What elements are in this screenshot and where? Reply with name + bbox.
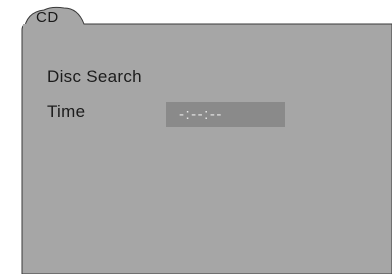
disc-search-option[interactable]: Disc Search [47,67,142,87]
cd-tab-label[interactable]: CD [36,10,59,26]
cd-menu-screen: CD Disc Search Time -:--:-- [0,0,392,274]
time-input-field[interactable]: -:--:-- [166,102,285,127]
panel-body [21,23,392,274]
time-option-label[interactable]: Time [47,102,85,122]
cd-tab-panel-frame [21,6,392,274]
